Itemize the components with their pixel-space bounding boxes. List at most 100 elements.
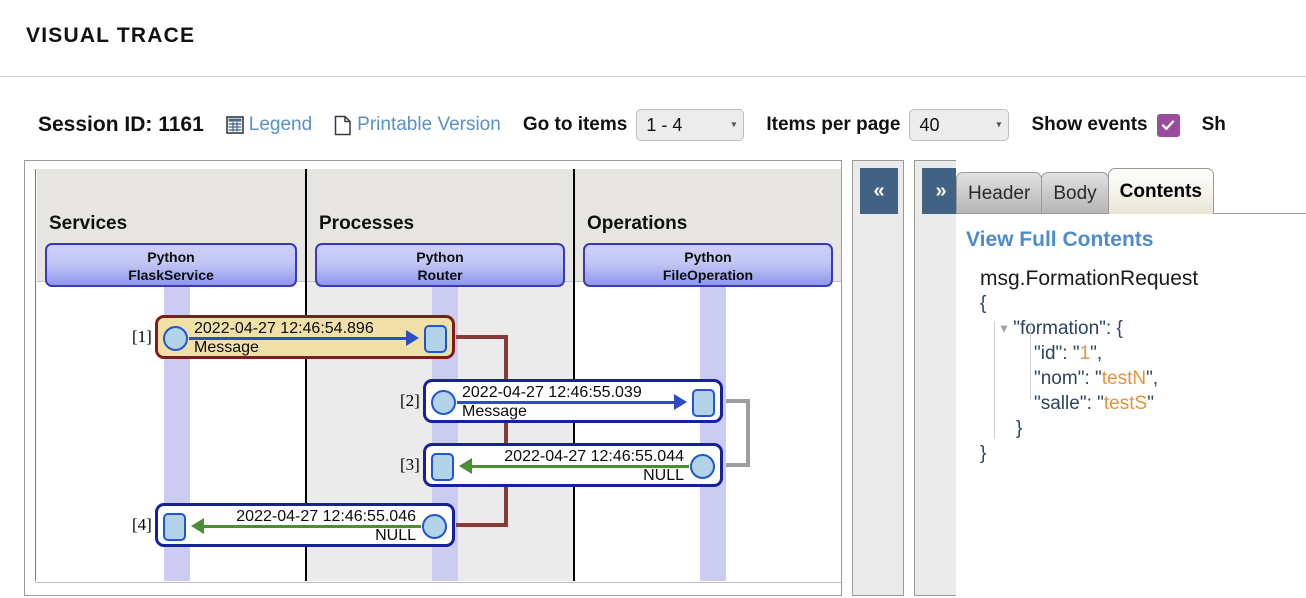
json-line: { [966,291,1304,316]
json-indent-guide [1030,321,1031,399]
json-punctuation: ", [1090,343,1103,365]
contents-tab-panel: View Full Contents msg.FormationRequest … [956,214,1306,596]
json-punctuation: { [1116,318,1123,339]
target-node-icon [692,389,715,417]
json-value: testS [1103,393,1148,415]
go-to-items-label: Go to items [522,114,628,135]
items-per-page-wrap: 40 ▾ [909,109,1031,141]
view-full-contents-link[interactable]: View Full Contents [966,228,1304,252]
actor-box-flaskservice[interactable]: Python FlaskService [45,243,297,287]
message-row-1[interactable]: 2022-04-27 12:46:54.896 Message [155,315,455,359]
tab-header[interactable]: Header [956,172,1043,214]
lane-header-processes: Processes Python Router [307,169,573,287]
json-punctuation: " [1095,368,1102,390]
target-node-icon [431,453,454,481]
json-line: "nom": "testN", [966,366,1304,391]
json-line: ▼ "formation": { [966,316,1304,341]
details-panel: Header Body Contents View Full Contents … [956,160,1306,596]
expand-right-button[interactable]: » [922,168,960,214]
sequence-diagram-panel[interactable]: Services Python FlaskService Processes P… [24,160,842,596]
printable-version-label: Printable Version [357,114,501,135]
json-indent-guide [994,321,995,439]
actor-line-1: Python [416,249,464,265]
source-node-icon [163,326,188,351]
json-line: "id": "1", [966,341,1304,366]
json-punctuation: " [1072,343,1080,365]
source-node-icon [431,390,456,415]
legend-link[interactable]: Legend [225,114,313,136]
source-node-icon [422,514,447,539]
table-grid-icon [225,116,244,134]
json-lines-container: {▼ "formation": {"id": "1", "nom": "testN… [966,291,1304,466]
actor-line-2: Router [417,267,463,283]
main-content: Services Python FlaskService Processes P… [0,158,1306,598]
target-node-icon [424,325,447,353]
message-index-2: [2] [400,391,420,410]
message-row-3[interactable]: 2022-04-27 12:46:55.044 NULL [423,443,723,487]
json-line: } [966,416,1304,441]
actor-box-fileoperation[interactable]: Python FileOperation [583,243,833,287]
items-per-page-label: Items per page [766,114,901,135]
json-punctuation: " [1147,393,1154,415]
json-key: "salle": [1034,393,1098,415]
show-events-checkbox[interactable] [1156,113,1180,137]
title-divider [0,76,1306,77]
lane-title-processes: Processes [319,213,415,234]
lane-header-services: Services Python FlaskService [37,169,305,287]
go-to-items-select[interactable]: 1 - 4 [636,109,745,141]
json-key: "formation": [1013,318,1117,339]
json-line: "salle": "testS" [966,391,1304,416]
message-index-3: [3] [400,455,420,474]
target-node-icon [163,513,186,541]
arrow-head-icon [406,330,419,346]
json-punctuation: } [1016,418,1023,440]
message-label-2: Message [462,403,527,420]
printable-version-link[interactable]: Printable Version [334,114,501,136]
arrow-head-icon [459,458,472,474]
tab-body[interactable]: Body [1041,172,1109,214]
session-id-label: Session ID: 1161 [38,113,204,136]
source-node-icon [690,454,715,479]
legend-link-label: Legend [248,114,313,135]
actor-line-1: Python [684,249,732,265]
json-punctuation: ", [1146,368,1159,390]
chevron-down-icon[interactable]: ▼ [998,321,1013,335]
message-timestamp-2: 2022-04-27 12:46:55.039 [462,384,642,401]
lane-title-services: Services [49,213,128,234]
show-events-label: Show events [1031,114,1148,135]
actor-line-1: Python [147,249,195,265]
message-index-4: [4] [132,515,152,534]
actor-line-2: FileOperation [662,267,754,283]
message-label-1: Message [194,339,259,356]
json-punctuation: } [980,443,987,465]
lane-header-operations: Operations Python FileOperation [575,169,841,287]
diagram-bottom-divider [35,582,841,583]
collapse-left-button[interactable]: « [860,168,898,214]
message-row-4[interactable]: 2022-04-27 12:46:55.046 NULL [155,503,455,547]
arrow-head-icon [674,394,687,410]
json-line: } [966,441,1304,466]
message-row-2[interactable]: 2022-04-27 12:46:55.039 Message [423,379,723,423]
page-document-icon [334,115,352,136]
json-root-label: msg.FormationRequest [980,267,1199,290]
check-icon [1160,117,1176,133]
details-tabstrip: Header Body Contents [956,168,1214,214]
json-value: testN [1101,368,1147,390]
tab-contents[interactable]: Contents [1107,168,1214,214]
json-key: "nom": [1034,368,1096,390]
page-title: VISUAL TRACE [26,24,196,47]
truncated-control-label: Sh [1201,114,1226,135]
message-label-3: NULL [643,467,684,484]
items-per-page-select[interactable]: 40 [909,109,1010,141]
collapse-left-strip: « [852,160,904,596]
message-timestamp-3: 2022-04-27 12:46:55.044 [504,448,684,465]
json-value: 1 [1079,343,1091,365]
lane-title-operations: Operations [587,213,688,234]
toolbar: Session ID: 1161 Legend Printable Versio… [0,100,1306,150]
json-punctuation: " [1097,393,1104,415]
json-viewer: msg.FormationRequest {▼ "formation": {"i… [966,266,1304,466]
actor-box-router[interactable]: Python Router [315,243,565,287]
go-to-items-wrap: 1 - 4 ▾ [636,109,766,141]
message-timestamp-4: 2022-04-27 12:46:55.046 [236,508,416,525]
actor-line-2: FlaskService [128,267,214,283]
